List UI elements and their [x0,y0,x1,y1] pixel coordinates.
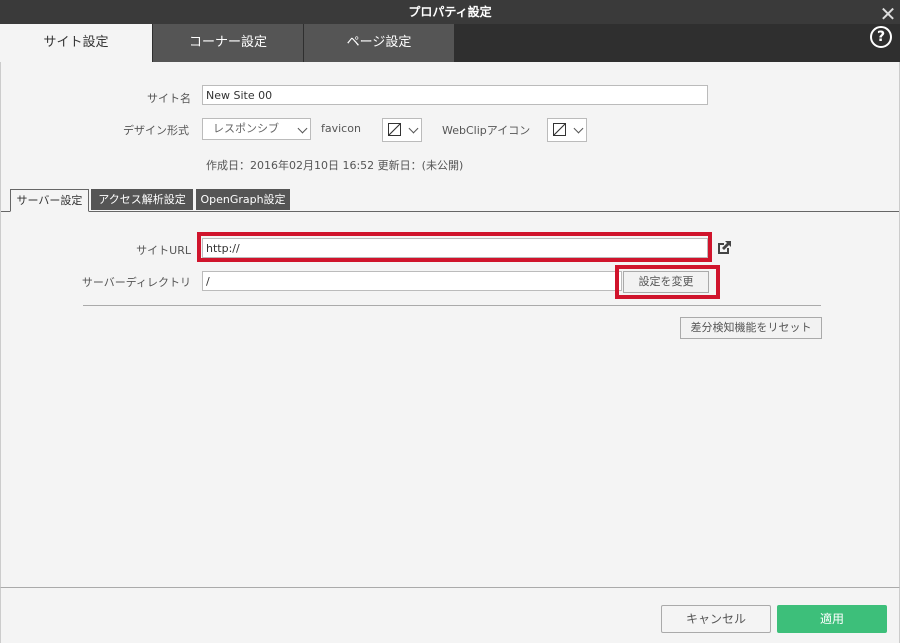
server-dir-label: サーバーディレクトリ [81,276,191,289]
apply-button[interactable]: 適用 [777,605,887,633]
window-titlebar: プロパティ設定 ✕ [0,0,900,24]
webclip-label: WebClipアイコン [442,124,531,137]
design-format-label: デザイン形式 [123,124,189,137]
subtab-server-settings[interactable]: サーバー設定 [10,189,89,212]
server-dir-input[interactable] [202,271,622,291]
close-icon[interactable]: ✕ [878,4,898,24]
no-image-icon [553,123,566,136]
favicon-select[interactable] [382,118,422,142]
site-url-input[interactable] [202,238,708,258]
design-format-select[interactable]: レスポンシブ [202,118,311,140]
change-settings-button[interactable]: 設定を変更 [623,271,709,293]
reset-diff-button[interactable]: 差分検知機能をリセット [680,317,822,339]
design-format-value: レスポンシブ [213,122,279,135]
subtab-opengraph[interactable]: OpenGraph設定 [196,189,290,210]
chevron-down-icon [297,123,308,134]
help-icon[interactable]: ? [870,26,892,48]
dialog-footer: キャンセル 適用 [0,587,900,643]
cancel-button[interactable]: キャンセル [661,605,771,633]
webclip-select[interactable] [547,118,587,142]
site-name-label: サイト名 [147,92,191,105]
chevron-down-icon [573,123,584,134]
window-title: プロパティ設定 [408,5,492,19]
site-dates: 作成日：2016年02月10日 16:52 更新日：(未公開) [206,159,464,172]
sub-tabbar: サーバー設定 アクセス解析設定 OpenGraph設定 [1,187,899,212]
site-name-input[interactable] [202,85,708,105]
settings-panel: サイト名 デザイン形式 レスポンシブ favicon WebClipアイコン 作… [0,62,900,587]
tab-site-settings[interactable]: サイト設定 [0,24,152,62]
tab-corner-settings[interactable]: コーナー設定 [153,24,303,62]
external-link-icon[interactable] [715,239,733,257]
subtab-access-analysis[interactable]: アクセス解析設定 [91,189,193,210]
site-url-label: サイトURL [136,244,191,257]
tab-page-settings[interactable]: ページ設定 [304,24,454,62]
divider [83,305,821,306]
no-image-icon [388,123,401,136]
chevron-down-icon [408,123,419,134]
main-tabbar: サイト設定 コーナー設定 ページ設定 ? [0,24,900,62]
favicon-label: favicon [321,122,361,135]
